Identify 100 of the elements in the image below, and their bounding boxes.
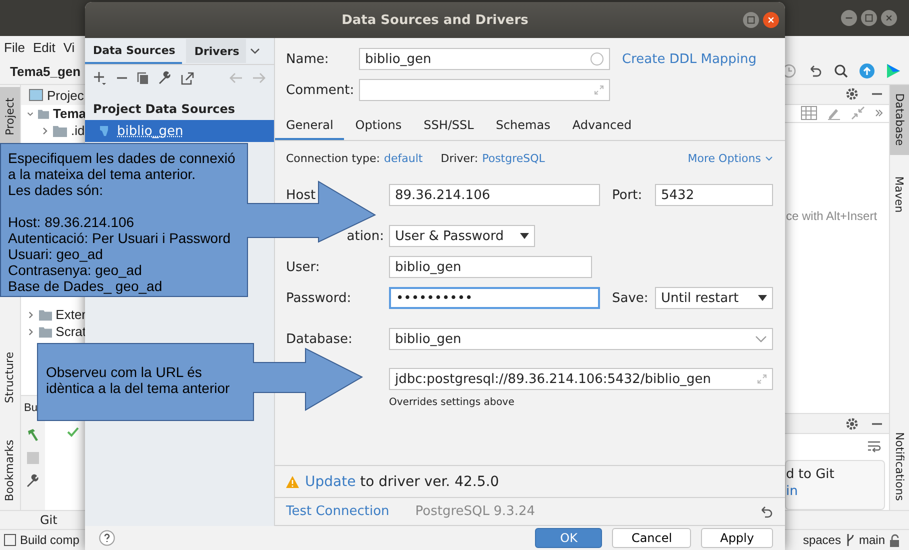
field-label: Save: [612, 290, 650, 306]
revert-icon[interactable] [760, 506, 773, 518]
comment-field[interactable] [359, 79, 610, 101]
test-connection-link[interactable]: Test Connection [286, 504, 390, 519]
chevron-right-icon[interactable] [27, 328, 35, 336]
tab[interactable]: General [275, 114, 344, 140]
table-icon[interactable] [801, 106, 817, 120]
dialog-button[interactable]: Cancel [612, 528, 692, 548]
menu-item[interactable]: Edit [32, 40, 56, 54]
hammer-icon[interactable] [26, 428, 40, 442]
lock-icon[interactable] [889, 534, 901, 546]
tab[interactable]: Schemas [484, 114, 562, 140]
menu-item[interactable]: File [4, 40, 25, 54]
callout-text: Observeu com la URL és idèntica a la del tema anterior [46, 364, 230, 396]
section-heading: Project Data Sources [92, 101, 236, 118]
field-label: Password: [286, 290, 352, 306]
tool-window-tab[interactable]: Database [890, 85, 909, 155]
copy-icon[interactable] [137, 72, 149, 84]
app-logo-icon[interactable] [885, 63, 901, 79]
tree-item[interactable]: .id [21, 122, 86, 139]
combo-box[interactable]: biblio_gen [389, 328, 773, 350]
notification-link[interactable]: in [786, 484, 798, 500]
dropdown-arrow-icon [520, 233, 529, 239]
field-label: Host [286, 188, 316, 202]
settings-icon[interactable] [845, 87, 859, 102]
dialog-title: Data Sources and Drivers [342, 12, 528, 28]
field-label: Connection type: [286, 152, 380, 165]
settings-icon[interactable] [845, 416, 859, 431]
url-field[interactable]: jdbc:postgresql://89.36.214.106:5432/biblio_gen [389, 368, 773, 390]
folder-icon [38, 108, 49, 120]
git-tab[interactable]: Git [40, 513, 58, 527]
input-field[interactable]: 5432 [655, 184, 773, 206]
soft-wrap-icon[interactable] [867, 440, 881, 454]
field-label: Comment: [286, 82, 356, 98]
field-label: Name: [286, 52, 330, 66]
input-field[interactable]: •••••••••• [389, 287, 600, 309]
update-link[interactable]: Update [305, 474, 356, 490]
project-name[interactable]: Tema5_gen [10, 64, 81, 78]
chevron-right-icon[interactable] [27, 310, 35, 318]
close-icon[interactable] [763, 12, 779, 28]
name-field[interactable]: biblio_gen [359, 48, 610, 70]
more-options-link[interactable]: More Options [688, 152, 761, 165]
tool-window-tab[interactable]: Notifications [890, 422, 909, 510]
sidebar-tab[interactable]: Drivers [186, 39, 246, 63]
indent-status[interactable]: spaces [802, 533, 841, 547]
create-ddl-link[interactable]: Create DDL Mapping [622, 52, 757, 66]
window-icon [29, 89, 43, 101]
tree-item[interactable]: Exter [21, 306, 86, 323]
dropdown-arrow-icon [758, 295, 767, 301]
field-label: Port: [612, 188, 644, 202]
branch-status[interactable]: main [858, 533, 885, 547]
folder-icon [38, 308, 52, 320]
warning-icon [286, 476, 299, 488]
external-link-icon[interactable] [181, 72, 194, 84]
panel-title[interactable]: Bu [24, 402, 38, 414]
menu-item[interactable]: Vi [63, 40, 75, 54]
tree-item[interactable]: Tema [21, 105, 86, 122]
data-source-item[interactable]: biblio_gen [85, 120, 274, 142]
check-icon [67, 427, 79, 437]
help-icon[interactable] [99, 530, 115, 546]
arrows-icon[interactable] [851, 106, 865, 120]
tab[interactable]: Advanced [561, 114, 643, 140]
wrench-icon[interactable] [158, 71, 172, 85]
update-icon[interactable] [859, 63, 875, 79]
ok-button[interactable]: OK [535, 528, 602, 548]
driver-link[interactable]: PostgreSQL [482, 152, 545, 165]
input-field[interactable]: 89.36.214.106 [389, 184, 600, 206]
status-message: Build comp [20, 533, 80, 547]
search-icon[interactable] [833, 63, 849, 79]
chevron-down-icon[interactable] [27, 110, 34, 118]
wrench-icon[interactable] [26, 474, 40, 488]
connection-type-link[interactable]: default [384, 152, 423, 165]
maximize-icon[interactable] [861, 10, 877, 26]
pencil-icon[interactable] [827, 106, 841, 120]
dialog-button[interactable]: Apply [701, 528, 773, 548]
dropdown[interactable]: Until restart [655, 287, 773, 309]
dropdown[interactable]: User & Password [389, 225, 535, 247]
input-field[interactable]: biblio_gen [389, 256, 592, 278]
more-icon[interactable] [875, 109, 883, 118]
chevron-down-icon[interactable] [250, 47, 260, 55]
notification-text: d to Git [786, 467, 834, 482]
field-label: User: [286, 260, 320, 274]
tab[interactable]: SSH/SSL [412, 114, 485, 140]
expand-icon [594, 85, 604, 95]
field-label: Database: [286, 332, 352, 346]
square-icon[interactable] [4, 534, 16, 546]
chevron-right-icon[interactable] [41, 126, 49, 134]
chevron-down-icon[interactable] [765, 156, 773, 162]
tree-item[interactable]: Scrat [21, 323, 86, 340]
minimize-icon[interactable] [841, 10, 857, 26]
branch-icon[interactable] [844, 533, 855, 547]
expand-icon [757, 374, 767, 384]
tab[interactable]: Options [344, 114, 413, 140]
field-label: Driver: [440, 152, 478, 165]
tool-window-tab[interactable]: Maven [890, 166, 909, 223]
server-version: PostgreSQL 9.3.24 [415, 504, 536, 519]
tool-window-tab[interactable]: Bookmarks [0, 432, 20, 510]
add-icon[interactable] [93, 71, 107, 85]
tool-window-tab[interactable]: Structure [0, 342, 20, 412]
field-note: Overrides settings above [389, 397, 514, 408]
